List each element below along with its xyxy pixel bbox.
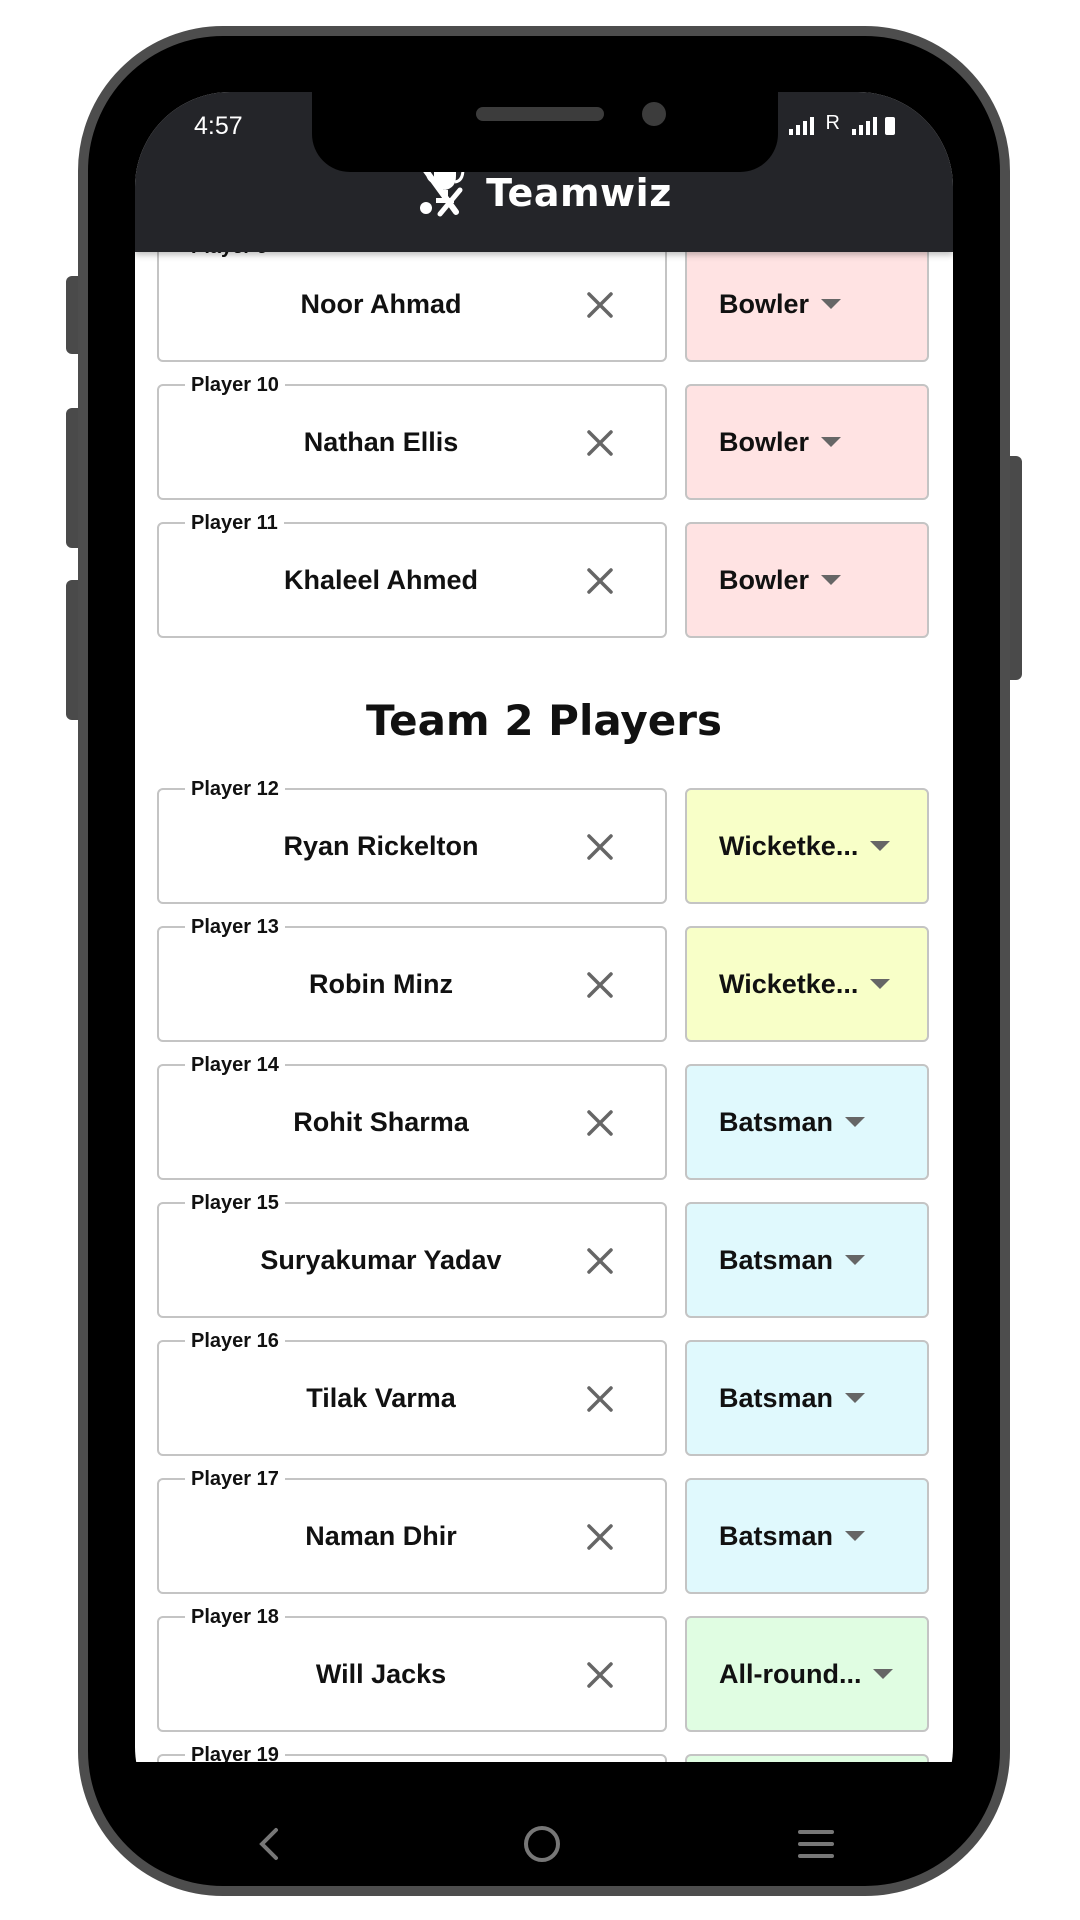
roaming-indicator: R <box>825 112 840 134</box>
home-icon[interactable] <box>520 1822 564 1871</box>
app-title: Teamwiz <box>486 170 672 215</box>
role-dropdown[interactable]: Bowler <box>685 522 929 638</box>
dropdown-caret-icon <box>821 437 842 447</box>
role-dropdown[interactable]: Batsman <box>685 1478 929 1594</box>
clear-icon[interactable] <box>585 1660 615 1690</box>
player-name-field[interactable]: Player 15 Suryakumar Yadav <box>157 1192 667 1318</box>
player-row: Player 10 Nathan Ellis Bowler <box>157 374 929 502</box>
role-dropdown[interactable]: Batsman <box>685 1202 929 1318</box>
player-name-field[interactable]: Player 17 Naman Dhir <box>157 1468 667 1594</box>
recents-icon[interactable] <box>794 1822 838 1871</box>
role-dropdown[interactable]: Wicketke... <box>685 788 929 904</box>
dropdown-caret-icon <box>873 1669 894 1679</box>
player-row: Player 17 Naman Dhir Batsman <box>157 1468 929 1596</box>
dropdown-caret-icon <box>821 299 842 309</box>
role-value: Bowler <box>719 426 810 457</box>
role-value: Batsman <box>719 1520 834 1551</box>
clear-icon[interactable] <box>585 1522 615 1552</box>
player-name-field[interactable]: Player 12 Ryan Rickelton <box>157 778 667 904</box>
player-row: Player 9Noor Ahmad Bowler <box>157 236 929 364</box>
player-name-field[interactable]: Player 9Noor Ahmad <box>157 236 667 362</box>
camera <box>642 102 666 126</box>
role-value: All-round... <box>719 1658 862 1689</box>
dropdown-caret-icon <box>845 1117 866 1127</box>
player-row: Player 15 Suryakumar Yadav Batsman <box>157 1192 929 1320</box>
role-value: Batsman <box>719 1244 834 1275</box>
clear-icon[interactable] <box>585 566 615 596</box>
signal-icon <box>788 115 814 135</box>
back-icon[interactable] <box>250 1824 290 1869</box>
signal-icon <box>852 115 877 135</box>
role-dropdown[interactable]: All-round... <box>685 1616 929 1732</box>
player-row: Player 13 Robin Minz Wicketke... <box>157 916 929 1044</box>
role-dropdown[interactable]: Bowler <box>685 246 929 362</box>
role-value: Wicketke... <box>719 830 859 861</box>
player-name[interactable]: Ryan Rickelton <box>159 790 603 902</box>
player-name[interactable]: Rohit Sharma <box>159 1066 603 1178</box>
player-name-field[interactable]: Player 16 Tilak Varma <box>157 1330 667 1456</box>
clear-icon[interactable] <box>585 1246 615 1276</box>
clear-icon[interactable] <box>585 832 615 862</box>
role-value: Batsman <box>719 1106 834 1137</box>
speaker <box>476 107 604 121</box>
player-row: Player 16 Tilak Varma Batsman <box>157 1330 929 1458</box>
role-dropdown[interactable]: Batsman <box>685 1340 929 1456</box>
status-time: 4:57 <box>194 112 243 140</box>
player-row: Player 18 Will Jacks All-round... <box>157 1606 929 1734</box>
player-name[interactable]: Robin Minz <box>159 928 603 1040</box>
phone-frame: Team 2 Players Player 9Noor AhmadBowlerP… <box>78 26 1010 1896</box>
role-value: Bowler <box>719 564 810 595</box>
clear-icon[interactable] <box>585 1108 615 1138</box>
dropdown-caret-icon <box>845 1393 866 1403</box>
player-name[interactable]: Suryakumar Yadav <box>159 1204 603 1316</box>
player-name-field[interactable]: Player 18 Will Jacks <box>157 1606 667 1732</box>
dropdown-caret-icon <box>870 841 891 851</box>
dropdown-caret-icon <box>870 979 891 989</box>
camera-notch <box>312 92 778 172</box>
player-name[interactable]: Khaleel Ahmed <box>159 524 603 636</box>
role-dropdown[interactable]: Wicketke... <box>685 926 929 1042</box>
player-name[interactable]: Will Jacks <box>159 1618 603 1730</box>
player-name[interactable]: Noor Ahmad <box>159 248 603 360</box>
clear-icon[interactable] <box>585 1384 615 1414</box>
battery-icon <box>885 117 895 135</box>
dropdown-caret-icon <box>821 575 842 585</box>
player-list[interactable]: Team 2 Players Player 9Noor AhmadBowlerP… <box>135 92 953 1842</box>
dropdown-caret-icon <box>845 1255 866 1265</box>
screen: Team 2 Players Player 9Noor AhmadBowlerP… <box>135 92 953 1842</box>
player-row: Player 11 Khaleel Ahmed Bowler <box>157 512 929 640</box>
player-name-field[interactable]: Player 10 Nathan Ellis <box>157 374 667 500</box>
clear-icon[interactable] <box>585 970 615 1000</box>
player-name-field[interactable]: Player 11 Khaleel Ahmed <box>157 512 667 638</box>
player-row: Player 12 Ryan Rickelton Wicketke... <box>157 778 929 906</box>
player-row: Player 14 Rohit Sharma Batsman <box>157 1054 929 1182</box>
team2-title: Team 2 Players <box>366 696 722 745</box>
player-name[interactable]: Tilak Varma <box>159 1342 603 1454</box>
clear-icon[interactable] <box>585 290 615 320</box>
status-icons: R <box>788 112 895 135</box>
dropdown-caret-icon <box>845 1531 866 1541</box>
player-name[interactable]: Nathan Ellis <box>159 386 603 498</box>
player-name[interactable]: Naman Dhir <box>159 1480 603 1592</box>
role-dropdown[interactable]: Bowler <box>685 384 929 500</box>
player-name-field[interactable]: Player 13 Robin Minz <box>157 916 667 1042</box>
role-value: Bowler <box>719 288 810 319</box>
system-nav-bar <box>135 1816 953 1876</box>
role-dropdown[interactable]: Batsman <box>685 1064 929 1180</box>
role-value: Batsman <box>719 1382 834 1413</box>
role-value: Wicketke... <box>719 968 859 999</box>
player-name-field[interactable]: Player 14 Rohit Sharma <box>157 1054 667 1180</box>
clear-icon[interactable] <box>585 428 615 458</box>
